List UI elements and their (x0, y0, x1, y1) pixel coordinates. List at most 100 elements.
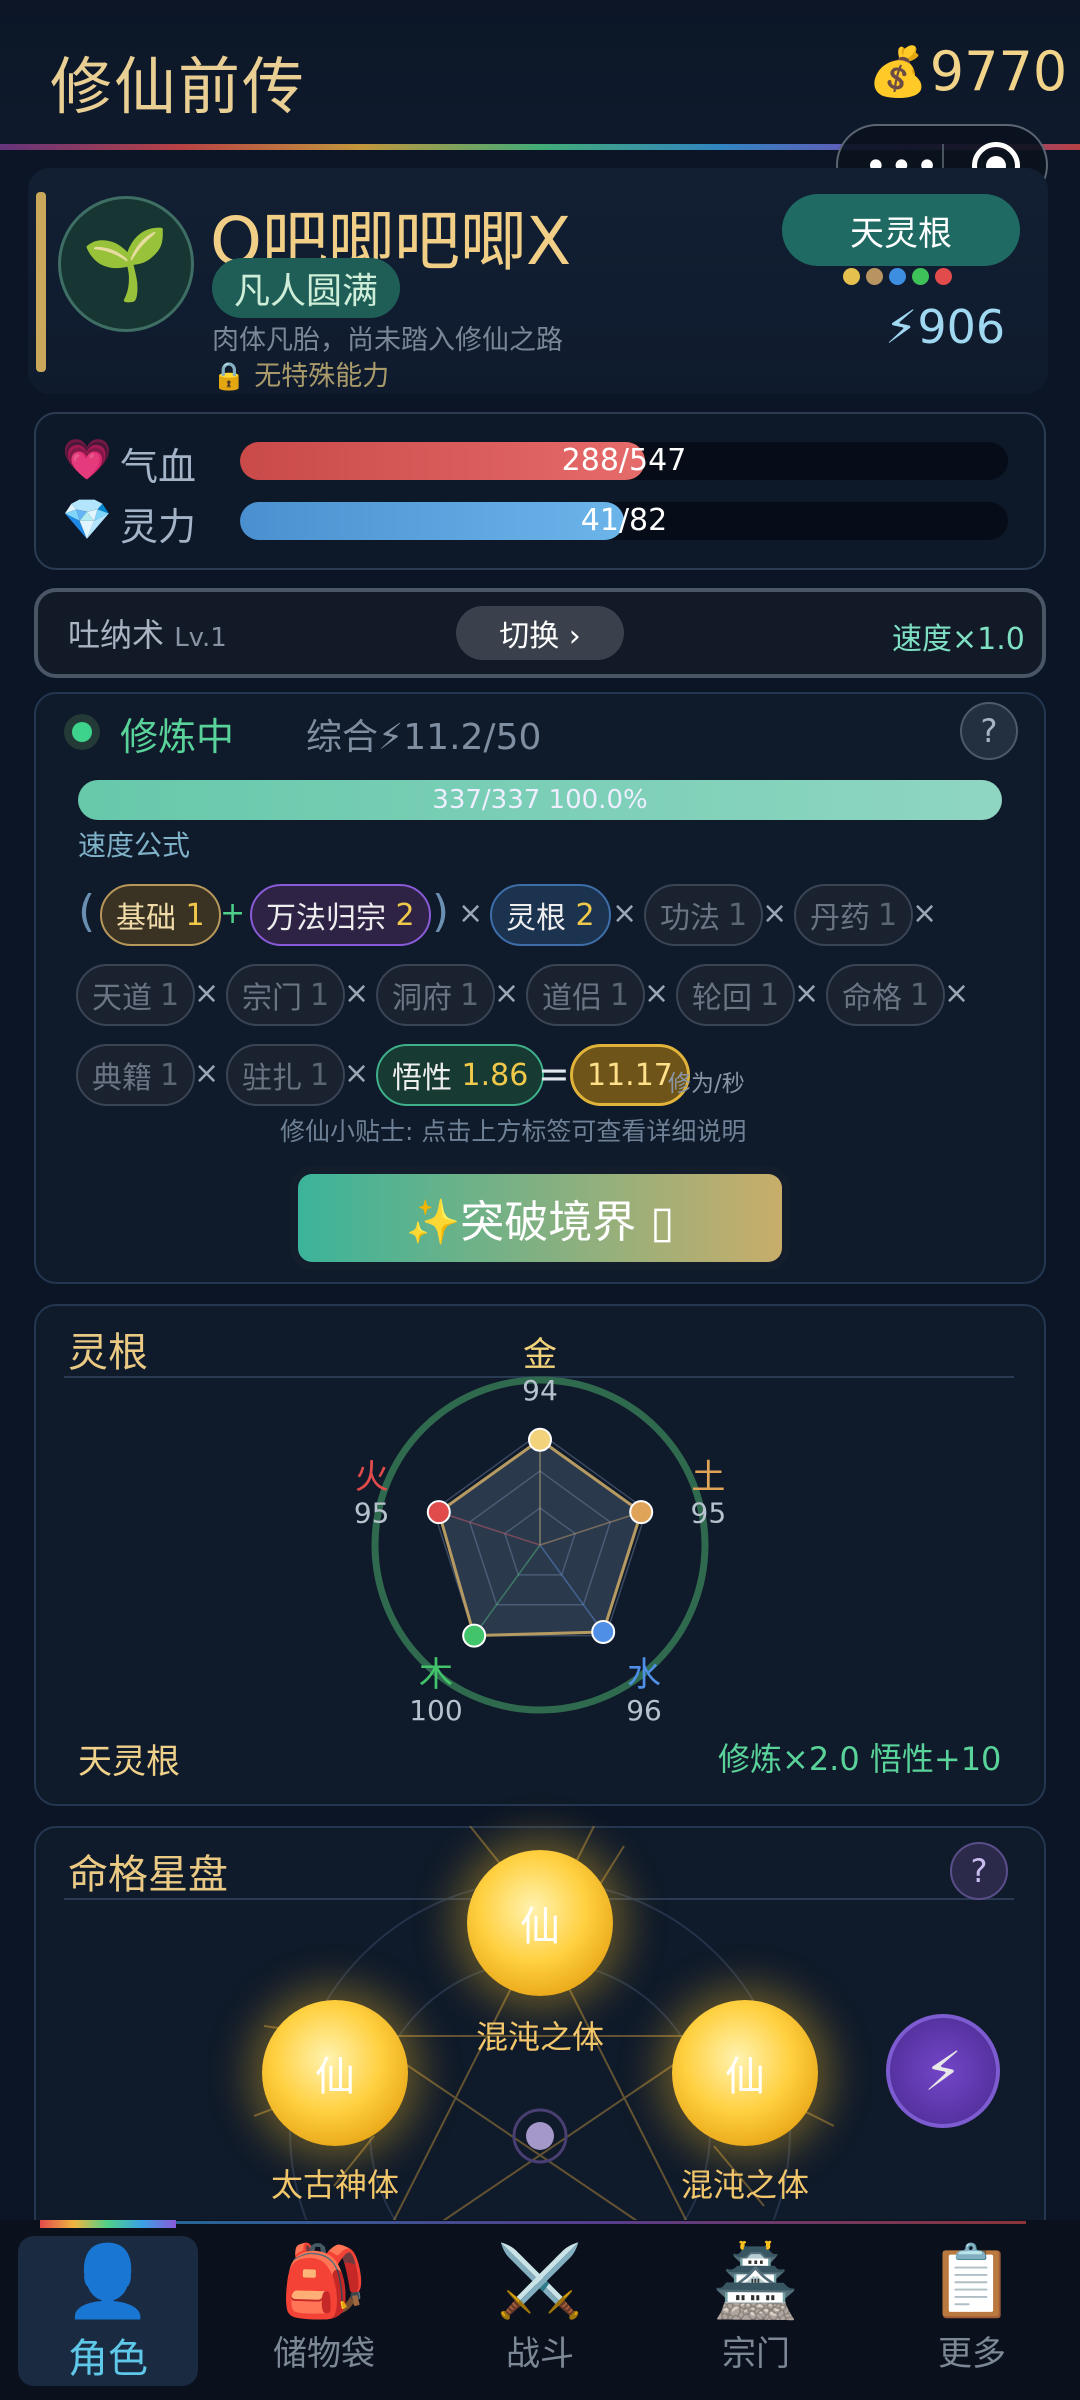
person-icon: 👤 (64, 2240, 152, 2322)
radar-element-value: 95 (354, 1496, 390, 1529)
tab-storage[interactable]: 🎒 储物袋 (234, 2236, 414, 2386)
tab-more[interactable]: 📋 更多 (882, 2236, 1062, 2386)
chip-gongfa-value: 1 (728, 897, 748, 933)
element-dots (843, 268, 952, 285)
element-dot (912, 268, 929, 285)
tab-battle[interactable]: ⚔️ 战斗 (450, 2236, 630, 2386)
tab-label: 更多 (938, 2334, 1006, 2374)
lightning-icon: ⚡ (885, 300, 918, 354)
switch-technique-button[interactable]: 切换 › (456, 606, 624, 660)
formula-label: 速度公式 (78, 829, 191, 862)
tab-label: 战斗 (506, 2334, 574, 2374)
tab-top-line (176, 2221, 1026, 2224)
chip-zongmen[interactable]: 宗门 1 (226, 964, 346, 1026)
tab-sect[interactable]: 🏯 宗门 (666, 2236, 846, 2386)
radar-point (591, 1619, 616, 1644)
ability-text: 无特殊能力 (254, 361, 390, 392)
chip-zhuzha-value: 1 (310, 1057, 330, 1093)
chip-wanfa[interactable]: 万法归宗 2 (250, 884, 431, 946)
times-op: × (194, 976, 220, 1011)
coin-balance: 💰 9770 (868, 40, 1067, 103)
chip-base-value: 1 (185, 897, 205, 933)
chip-linggen-label: 灵根 (506, 901, 566, 936)
clipboard-icon: 📋 (928, 2240, 1016, 2322)
coin-value: 9770 (929, 40, 1068, 103)
mp-label: 灵力 (120, 505, 197, 549)
result-unit: 修为/秒 (668, 1071, 745, 1097)
chip-wanfa-label: 万法归宗 (266, 901, 386, 936)
mp-text: 41/82 (580, 503, 668, 538)
chip-daolv-label: 道侣 (542, 981, 602, 1016)
mp-bar: 41/82 (240, 502, 1008, 540)
spirit-root-radar: 金94土95水96木100火95 (354, 1335, 726, 1727)
spirit-root-title: 灵根 (68, 1330, 148, 1376)
breakthrough-button[interactable]: ✨突破境界 ▯ (298, 1174, 782, 1262)
special-ability: 🔒 无特殊能力 (212, 354, 389, 393)
destiny-orb-top[interactable]: 仙 (467, 1850, 613, 1996)
destiny-orb-right[interactable]: 仙 (672, 2000, 818, 2146)
profile-accent-bar (36, 192, 46, 372)
chip-zhuzha[interactable]: 驻扎 1 (226, 1044, 346, 1106)
chip-mingge-value: 1 (910, 977, 930, 1013)
chip-linggen[interactable]: 灵根 2 (490, 884, 611, 946)
destiny-orb-left[interactable]: 仙 (262, 2000, 408, 2146)
chip-linggen-value: 2 (575, 897, 595, 933)
power-value: ⚡906 (885, 300, 1005, 354)
radar-point (629, 1500, 654, 1525)
radar-element-label: 土 (691, 1457, 725, 1497)
tab-role[interactable]: 👤 角色 (18, 2236, 198, 2386)
sprout-icon: 🌱 (82, 222, 170, 305)
cultivation-progress-bar: 337/337 100.0% (78, 780, 1002, 820)
times-op: × (344, 1056, 370, 1091)
times-op: × (762, 896, 788, 931)
avatar[interactable]: 🌱 (58, 196, 194, 332)
tab-rainbow-indicator (40, 2220, 176, 2228)
hp-label: 气血 (120, 445, 197, 489)
chip-gongfa[interactable]: 功法 1 (644, 884, 764, 946)
chip-danyao[interactable]: 丹药 1 (794, 884, 914, 946)
paren-open: ( (78, 886, 96, 937)
technique-title: 吐纳术 (68, 616, 165, 654)
chip-gongfa-label: 功法 (660, 901, 720, 936)
destiny-orb-top-label: 混沌之体 (475, 2018, 604, 2056)
chip-dongfu[interactable]: 洞府 1 (376, 964, 496, 1026)
chip-wuxing[interactable]: 悟性 1.86 (376, 1044, 545, 1106)
destiny-help-icon[interactable]: ? (950, 1842, 1008, 1900)
chip-mingge[interactable]: 命格 1 (826, 964, 946, 1026)
app-title: 修仙前传 (50, 50, 307, 123)
chip-dianji[interactable]: 典籍 1 (76, 1044, 196, 1106)
radar-point (462, 1623, 487, 1648)
chip-lunhui-value: 1 (760, 977, 780, 1013)
radar-element-value: 100 (409, 1694, 462, 1727)
cultivation-help-icon[interactable]: ? (960, 702, 1018, 760)
cultivation-status: 修炼中 (120, 715, 235, 759)
chip-base[interactable]: 基础 1 (100, 884, 221, 946)
chip-dianji-label: 典籍 (92, 1061, 152, 1096)
chip-dianji-value: 1 (160, 1057, 180, 1093)
radar-element-value: 94 (522, 1374, 558, 1407)
realm-badge: 凡人圆满 (212, 258, 401, 318)
chip-daolv-value: 1 (610, 977, 630, 1013)
heart-icon: 💗 (62, 437, 112, 483)
chip-danyao-label: 丹药 (810, 901, 870, 936)
crossed-swords-icon: ⚔️ (496, 2240, 584, 2322)
chip-tiandao-value: 1 (160, 977, 180, 1013)
speed-multiplier: 速度×1.0 (892, 622, 1025, 657)
gem-icon: 💎 (62, 497, 112, 543)
spirit-root-tag[interactable]: 天灵根 (782, 194, 1020, 266)
spirit-root-bonus: 修炼×2.0 悟性+10 (718, 1740, 1002, 1778)
technique-name: 吐纳术 Lv.1 (68, 610, 227, 656)
chip-danyao-value: 1 (878, 897, 898, 933)
lightning-button[interactable]: ⚡ (886, 2014, 1000, 2128)
lock-icon: 🔒 (212, 361, 246, 392)
destiny-title: 命格星盘 (68, 1852, 228, 1898)
times-op: × (344, 976, 370, 1011)
chip-lunhui[interactable]: 轮回 1 (676, 964, 796, 1026)
tab-label: 宗门 (722, 2334, 790, 2374)
chip-tiandao[interactable]: 天道 1 (76, 964, 196, 1026)
money-bag-icon: 💰 (868, 44, 928, 100)
chip-daolv[interactable]: 道侣 1 (526, 964, 646, 1026)
destiny-orb-left-label: 太古神体 (270, 2166, 399, 2204)
element-dot (866, 268, 883, 285)
plus-op: + (220, 896, 246, 931)
